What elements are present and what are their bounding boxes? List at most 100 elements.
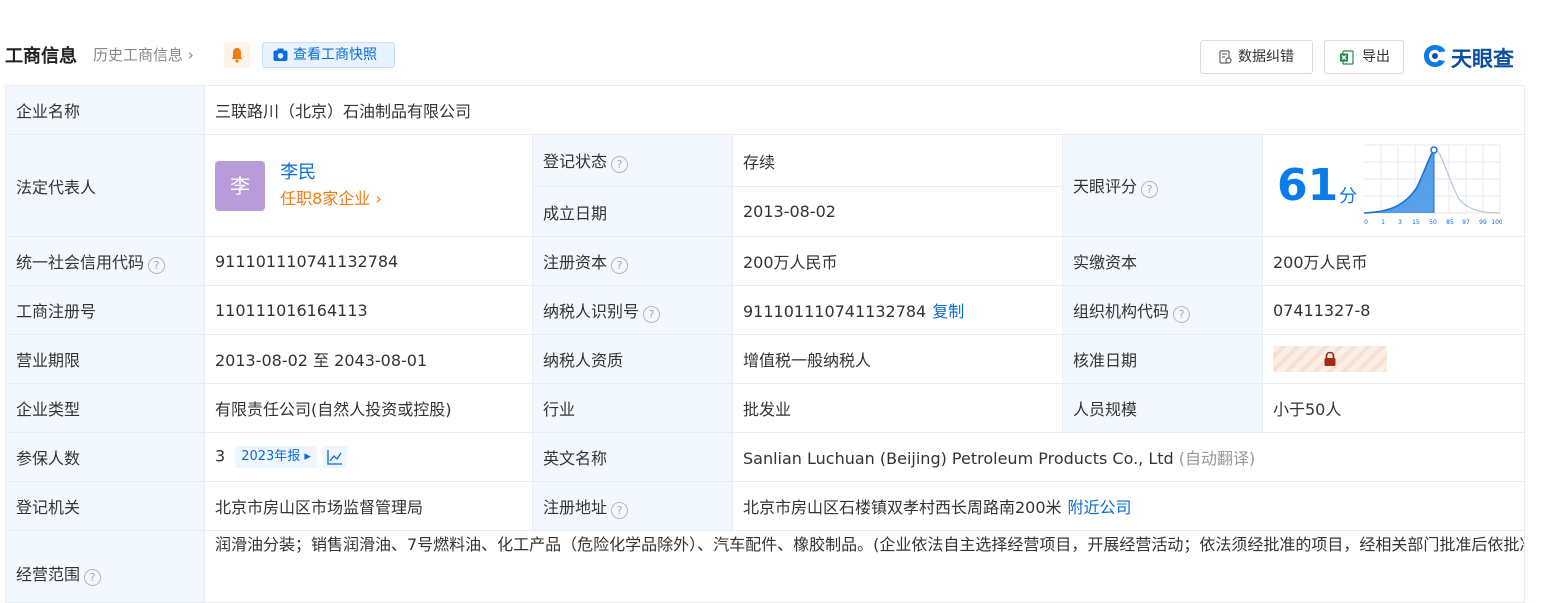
question-circle-icon[interactable]: ?	[1173, 305, 1191, 323]
taxpayer-id-cell: 911101110741132784 复制	[732, 285, 1063, 335]
question-circle-icon[interactable]: ?	[1141, 181, 1159, 198]
question-circle-icon[interactable]: ?	[84, 569, 102, 586]
credit-code-value: 911101110741132784	[204, 236, 533, 286]
org-code-value: 07411327-8	[1261, 285, 1526, 335]
logo-text: 天眼查	[1451, 47, 1514, 71]
score-unit: 分	[1339, 185, 1357, 207]
axis-tick: 85	[1446, 219, 1454, 226]
english-name-value: Sanlian Luchuan (Beijing) Petroleum Prod…	[743, 449, 1174, 468]
score-widget: 61 分 0 1 3 15 50 85 97 99 100	[1264, 136, 1524, 236]
score-label-cell: 天眼评分?	[1062, 134, 1263, 237]
score-label: 天眼评分	[1073, 177, 1138, 196]
annual-report-label: 2023年报	[241, 449, 301, 464]
insured-label: 参保人数	[5, 432, 205, 482]
taxpayer-qual-label: 纳税人资质	[532, 334, 733, 384]
reg-address-label-cell: 注册地址?	[532, 481, 733, 531]
reg-address-label: 注册地址	[543, 497, 608, 517]
lock-icon	[1324, 351, 1336, 366]
biz-reg-no-value: 110111016164113	[204, 285, 533, 335]
company-type-value: 有限责任公司(自然人投资或控股)	[204, 383, 533, 433]
taxpayer-id-label: 纳税人识别号	[543, 301, 640, 321]
avatar[interactable]: 李	[215, 160, 265, 211]
bell-icon[interactable]	[224, 42, 250, 68]
industry-value: 批发业	[732, 383, 1063, 433]
reg-address-value: 北京市房山区石楼镇双孝村西长周路南200米	[743, 498, 1062, 517]
company-name-label: 企业名称	[5, 85, 205, 135]
history-link[interactable]: 历史工商信息 ›	[93, 44, 194, 65]
copy-button[interactable]: 复制	[932, 302, 964, 321]
correct-button-label: 数据纠错	[1238, 49, 1294, 65]
biz-term-label: 营业期限	[5, 334, 205, 384]
reg-authority-label: 登记机关	[5, 481, 205, 531]
question-circle-icon[interactable]: ?	[611, 501, 629, 519]
snapshot-button[interactable]: 查看工商快照	[262, 42, 395, 68]
axis-tick: 15	[1412, 219, 1420, 226]
correct-button[interactable]: 数据纠错	[1200, 40, 1313, 74]
question-circle-icon[interactable]: ?	[643, 305, 661, 323]
found-date-label: 成立日期	[532, 186, 733, 237]
axis-tick: 99	[1479, 219, 1487, 226]
legal-rep-jobs-link[interactable]: 任职8家企业 ›	[280, 186, 382, 212]
table-row: 参保人数 3 2023年报 ▸ 英文名称 Sanlian Luchuan (Bei…	[5, 432, 1526, 482]
table-row: 企业类型 有限责任公司(自然人投资或控股) 行业 批发业 人员规模 小于50人	[5, 383, 1526, 433]
english-name-cell: Sanlian Luchuan (Beijing) Petroleum Prod…	[731, 432, 1526, 482]
legal-rep-cell: 李 李民 任职8家企业 ›	[204, 134, 533, 237]
biz-scope-value: 润滑油分装；销售润滑油、7号燃料油、化工产品（危险化学品除外）、汽车配件、橡胶制…	[203, 530, 1526, 603]
nearby-companies-link[interactable]: 附近公司	[1068, 498, 1132, 517]
paid-capital-label: 实缴资本	[1062, 236, 1263, 286]
trend-chart-icon[interactable]	[322, 446, 347, 468]
section-header: 工商信息 历史工商信息 › 查看工商快照 数据纠错 导出 天眼查	[0, 38, 1541, 74]
reg-authority-value: 北京市房山区市场监督管理局	[204, 481, 533, 531]
biz-scope-label-cell: 经营范围?	[5, 530, 205, 603]
table-row: 工商注册号 110111016164113 纳税人识别号? 9111011107…	[5, 285, 1526, 335]
history-link-label: 历史工商信息	[93, 46, 184, 64]
credit-code-label: 统一社会信用代码	[16, 252, 145, 272]
score-cell[interactable]: 61 分 0 1 3 15 50 85 97 99 100	[1261, 134, 1526, 237]
question-circle-icon[interactable]: ?	[611, 156, 629, 173]
found-date-value: 2013-08-02	[732, 186, 1063, 237]
table-row: 营业期限 2013-08-02 至 2043-08-01 纳税人资质 增值税一般…	[5, 334, 1526, 384]
legal-rep-jobs: 任职8家企业	[280, 188, 371, 208]
reg-status-label: 登记状态	[543, 152, 608, 171]
camera-icon	[273, 48, 288, 61]
biz-term-value: 2013-08-02 至 2043-08-01	[204, 334, 533, 384]
score-number: 61	[1277, 159, 1339, 211]
approve-date-label: 核准日期	[1062, 334, 1263, 384]
industry-label: 行业	[532, 383, 733, 433]
reg-status-value: 存续	[732, 134, 1063, 187]
reg-capital-label: 注册资本	[543, 252, 608, 272]
table-row: 经营范围? 润滑油分装；销售润滑油、7号燃料油、化工产品（危险化学品除外）、汽车…	[5, 530, 1526, 603]
score-distribution-chart: 0 1 3 15 50 85 97 99 100	[1364, 144, 1502, 226]
axis-tick: 100	[1491, 219, 1502, 226]
snapshot-button-label: 查看工商快照	[293, 47, 377, 63]
axis-tick: 97	[1462, 219, 1470, 226]
annual-report-tag[interactable]: 2023年报 ▸	[235, 446, 317, 468]
axis-tick: 1	[1381, 219, 1385, 226]
reg-status-label-cell: 登记状态?	[532, 134, 733, 187]
axis-tick: 50	[1429, 219, 1437, 226]
approve-date-cell	[1261, 334, 1526, 384]
reg-capital-label-cell: 注册资本?	[532, 236, 733, 286]
auto-translate-note: (自动翻译)	[1178, 449, 1256, 468]
section-title: 工商信息	[5, 46, 77, 67]
staff-size-label: 人员规模	[1062, 383, 1263, 433]
biz-scope-label: 经营范围	[16, 565, 81, 584]
export-button-label: 导出	[1362, 49, 1390, 65]
question-circle-icon[interactable]: ?	[148, 256, 166, 274]
locked-value[interactable]	[1273, 346, 1387, 372]
org-code-label-cell: 组织机构代码?	[1062, 285, 1263, 335]
question-circle-icon[interactable]: ?	[611, 256, 629, 274]
taxpayer-id-label-cell: 纳税人识别号?	[532, 285, 733, 335]
table-row: 登记机关 北京市房山区市场监督管理局 注册地址? 北京市房山区石楼镇双孝村西长周…	[5, 481, 1526, 531]
reg-address-cell: 北京市房山区石楼镇双孝村西长周路南200米 附近公司	[731, 481, 1526, 531]
axis-tick: 0	[1364, 219, 1368, 226]
legal-rep-info: 李民 任职8家企业 ›	[280, 160, 382, 212]
export-button[interactable]: 导出	[1324, 40, 1404, 74]
staff-size-value: 小于50人	[1261, 383, 1526, 433]
insured-value: 3	[215, 446, 226, 466]
english-name-label: 英文名称	[532, 432, 733, 482]
business-info-table: 企业名称 三联路川（北京）石油制品有限公司 法定代表人 李 李民 任职8家企业 …	[5, 85, 1526, 603]
legal-rep-label: 法定代表人	[5, 134, 205, 237]
legal-rep-name[interactable]: 李民	[280, 160, 382, 186]
excel-icon	[1340, 50, 1354, 65]
